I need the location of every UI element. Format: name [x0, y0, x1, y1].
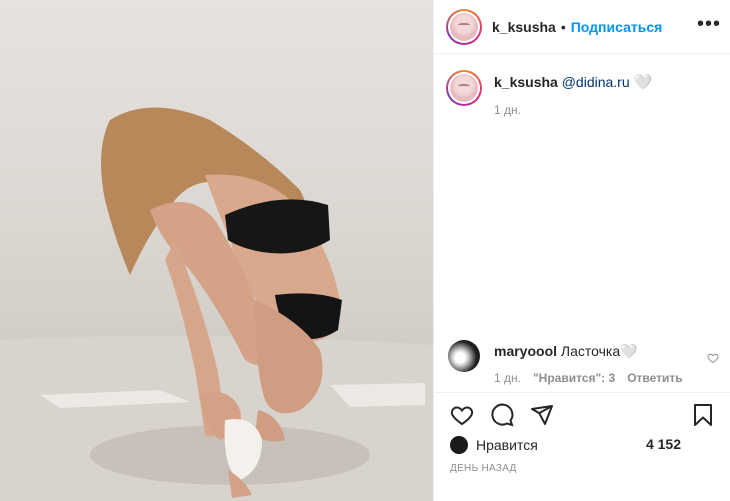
- caption-timestamp[interactable]: 1 дн.: [494, 103, 652, 117]
- liker-avatar[interactable]: [450, 436, 468, 454]
- comment-likes-count[interactable]: "Нравится": 3: [533, 371, 615, 385]
- caption-username[interactable]: k_ksusha: [494, 74, 558, 90]
- send-icon[interactable]: [530, 403, 554, 427]
- avatar-image: [450, 12, 478, 41]
- comment-text: maryoool Ласточка🤍: [494, 342, 683, 360]
- author-avatar[interactable]: [446, 8, 482, 45]
- header-separator: •: [560, 18, 566, 35]
- follow-button[interactable]: Подписаться: [571, 19, 663, 35]
- commenter-avatar[interactable]: [448, 340, 480, 372]
- likes-row: Нравится: [450, 436, 538, 454]
- post-date[interactable]: ДЕНЬ НАЗАД: [450, 463, 517, 474]
- avatar-image: [450, 74, 478, 102]
- post-header: k_ksusha • Подписаться •••: [434, 0, 730, 54]
- post-caption: k_ksusha @didina.ru 🤍 1 дн.: [446, 70, 721, 117]
- more-horizontal-icon[interactable]: •••: [697, 14, 721, 34]
- caption-avatar[interactable]: [446, 70, 482, 106]
- caption-body: k_ksusha @didina.ru 🤍 1 дн.: [494, 70, 652, 117]
- comment-body: maryoool Ласточка🤍 1 дн. "Нравится": 3 О…: [494, 340, 683, 385]
- comment-icon[interactable]: [490, 403, 514, 427]
- caption-mention-link[interactable]: @didina.ru: [562, 74, 630, 90]
- likes-label[interactable]: Нравится: [476, 437, 538, 453]
- bookmark-icon[interactable]: [691, 403, 715, 427]
- caption-text: k_ksusha @didina.ru 🤍: [494, 73, 652, 92]
- caption-emoji: 🤍: [633, 74, 653, 91]
- heart-outline-small-icon[interactable]: [707, 352, 719, 367]
- heart-icon[interactable]: [450, 403, 474, 427]
- photo-illustration: [0, 107, 433, 501]
- commenter-username[interactable]: maryoool: [494, 343, 557, 359]
- instagram-post: k_ksusha • Подписаться ••• k_ksusha @did…: [0, 0, 730, 501]
- reply-button[interactable]: Ответить: [627, 371, 682, 385]
- comment-meta: 1 дн. "Нравится": 3 Ответить: [494, 371, 683, 385]
- author-username[interactable]: k_ksusha: [492, 19, 556, 35]
- comment-timestamp[interactable]: 1 дн.: [494, 371, 521, 385]
- comment-content: Ласточка🤍: [560, 343, 638, 359]
- likes-count[interactable]: 4 152: [646, 436, 681, 452]
- action-bar: [434, 392, 730, 437]
- post-sidebar: k_ksusha • Подписаться ••• k_ksusha @did…: [433, 0, 730, 501]
- comment-item: maryoool Ласточка🤍 1 дн. "Нравится": 3 О…: [446, 340, 721, 385]
- post-photo[interactable]: [0, 0, 433, 501]
